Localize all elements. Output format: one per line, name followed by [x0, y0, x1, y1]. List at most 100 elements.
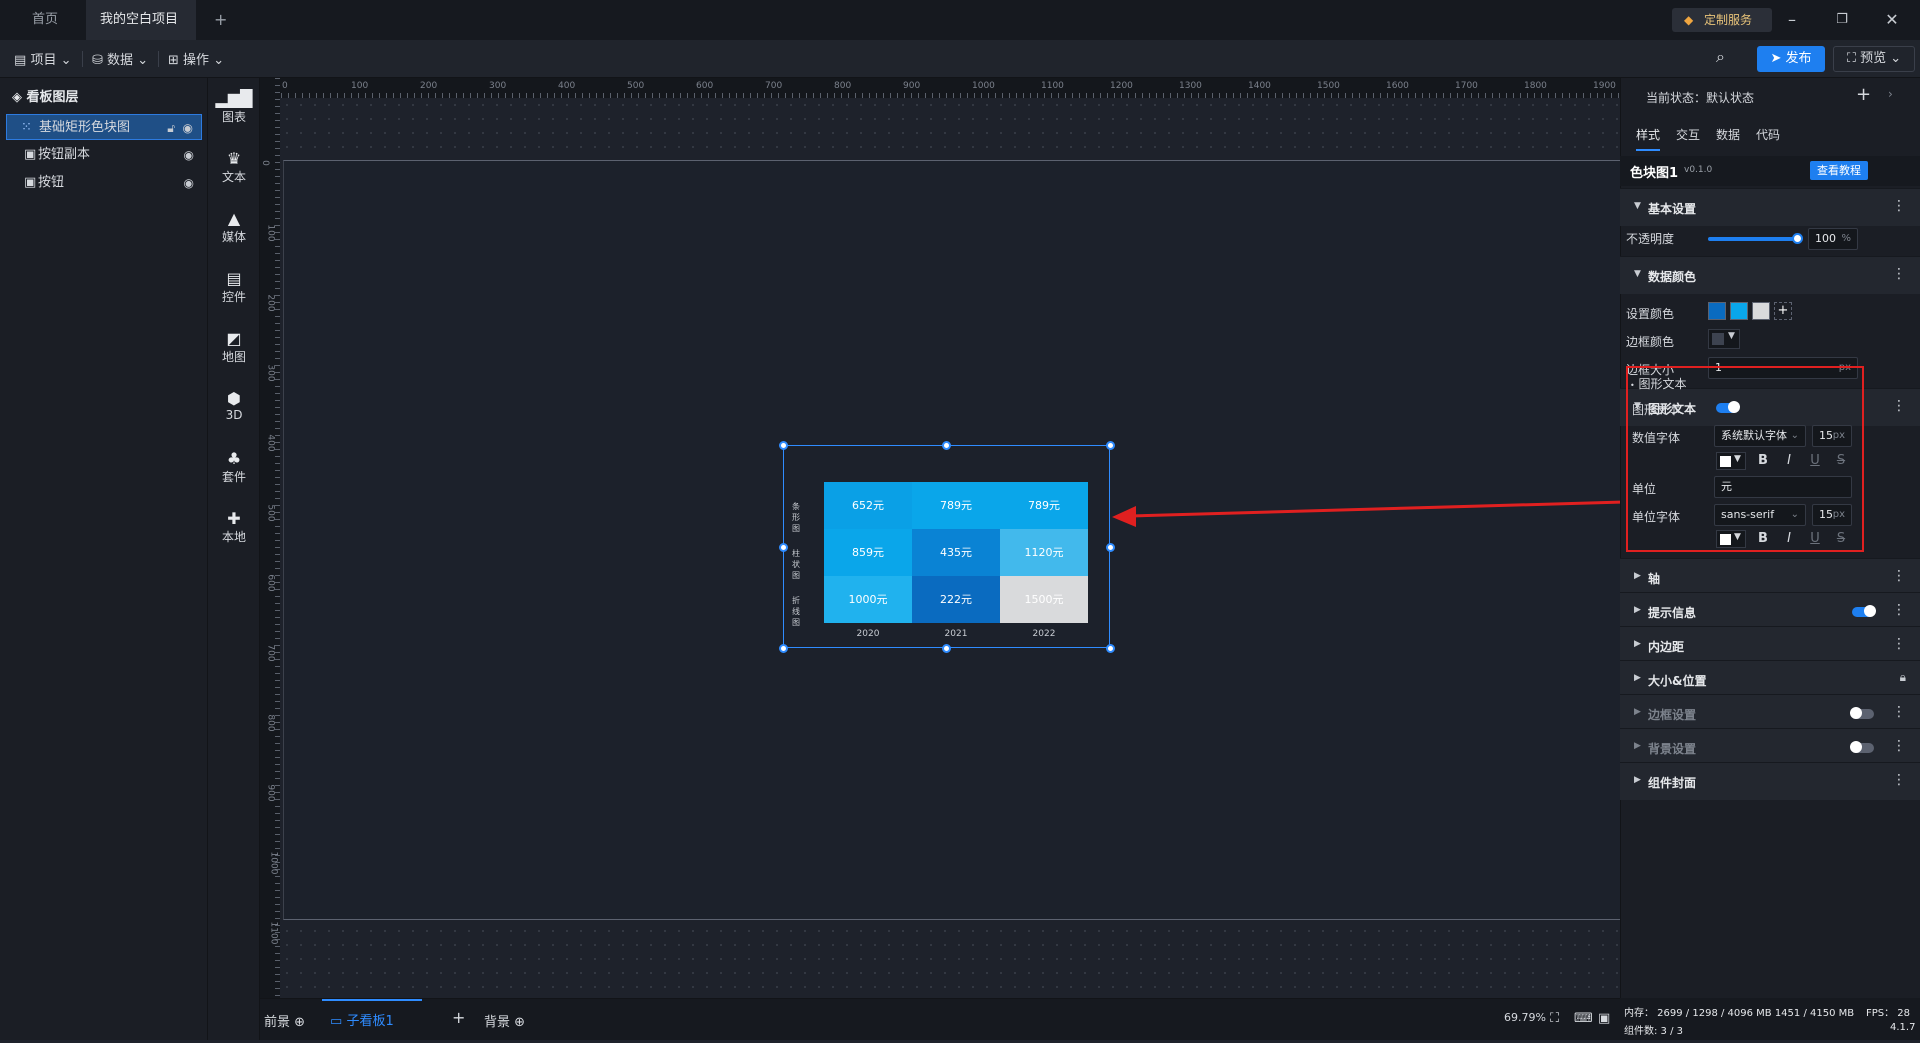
component-map[interactable]: ◩ 地图 [208, 330, 260, 365]
heatmap-cell[interactable]: 1120元 [1000, 529, 1088, 576]
opacity-input[interactable]: 100% [1808, 228, 1858, 250]
more-icon[interactable]: ⋮ [1892, 772, 1906, 788]
ruler-top[interactable] [260, 78, 1620, 98]
heatmap-cell[interactable]: 1500元 [1000, 576, 1088, 623]
component-chart[interactable]: ▂▆█ 图表 [208, 90, 260, 125]
resize-handle[interactable] [1106, 441, 1115, 450]
new-tab-button[interactable]: + [200, 0, 241, 40]
color-swatch[interactable] [1752, 302, 1770, 320]
heatmap-cell[interactable]: 1000元 [824, 576, 912, 623]
italic-icon[interactable]: I [1781, 453, 1797, 468]
more-icon[interactable]: ⋮ [1892, 636, 1906, 652]
section-cover[interactable]: ▶ 组件封面 ⋮ [1620, 762, 1920, 800]
heatmap-cell[interactable]: 789元 [912, 482, 1000, 529]
strikethrough-icon[interactable]: S [1833, 531, 1849, 546]
tab-style[interactable]: 样式 [1636, 126, 1661, 151]
keyboard-icon[interactable]: ⌨ [1574, 1011, 1593, 1026]
component-local[interactable]: ✚ 本地 [208, 510, 260, 545]
component-control[interactable]: ▤ 控件 [208, 270, 260, 305]
resize-handle[interactable] [1106, 543, 1115, 552]
custom-service-button[interactable]: ◆ 定制服务 [1672, 8, 1772, 32]
layer-item-button[interactable]: ▣ 按钮 ◉ [6, 170, 202, 196]
more-icon[interactable]: ⋮ [1892, 568, 1906, 584]
border-toggle[interactable] [1850, 707, 1874, 719]
strikethrough-icon[interactable]: S [1833, 453, 1849, 468]
unit-font-select[interactable]: sans-serif ⌄ [1714, 504, 1806, 526]
more-icon[interactable]: ⋮ [1892, 602, 1906, 618]
opacity-slider[interactable] [1708, 237, 1798, 241]
component-kit[interactable]: ♣ 套件 [208, 450, 260, 485]
component-text[interactable]: ♛ 文本 [208, 150, 260, 185]
minimize-icon[interactable]: – [1782, 10, 1802, 30]
heatmap-cell[interactable]: 435元 [912, 529, 1000, 576]
more-icon[interactable]: ⋮ [1892, 738, 1906, 754]
more-icon[interactable]: ⋮ [1892, 266, 1906, 282]
eye-icon[interactable]: ◉ [184, 170, 194, 196]
data-menu[interactable]: ⛁ 数据 ⌄ [92, 49, 148, 68]
fit-screen-icon[interactable]: ⛶ [1550, 1011, 1559, 1026]
unlock-icon[interactable]: 🔓︎ [167, 115, 175, 141]
tab-my-project[interactable]: 我的空白项目 [86, 0, 196, 63]
underline-icon[interactable]: U [1807, 453, 1823, 468]
component-3d[interactable]: ⬢ 3D [208, 390, 260, 423]
section-data-color[interactable]: ▼ 数据颜色 ⋮ [1620, 256, 1920, 294]
section-size-position[interactable]: ▶ 大小&位置 🔒︎ [1620, 660, 1920, 698]
border-color-picker[interactable]: ▼ [1708, 329, 1740, 349]
tab-front[interactable]: 前景 ⊕ [264, 1011, 305, 1030]
project-menu[interactable]: ▤ 项目 ⌄ [14, 49, 72, 68]
lock-icon[interactable]: 🔒︎ [1900, 670, 1906, 685]
unit-font-color[interactable]: ▼ [1716, 530, 1746, 548]
add-circle-icon[interactable]: ⊕ [294, 1015, 305, 1030]
layer-item-heatmap[interactable]: ⁙ 基础矩形色块图 🔓︎ ◉ [6, 114, 202, 140]
tab-subboard[interactable]: ▭ 子看板1 [322, 999, 422, 1041]
add-color-button[interactable]: + [1774, 302, 1792, 320]
add-state-button[interactable]: + [1856, 84, 1871, 105]
bold-icon[interactable]: B [1755, 531, 1771, 546]
heatmap-cell[interactable]: 789元 [1000, 482, 1088, 529]
heatmap-cell[interactable]: 652元 [824, 482, 912, 529]
resize-handle[interactable] [942, 441, 951, 450]
heatmap-cell[interactable]: 222元 [912, 576, 1000, 623]
tab-interaction[interactable]: 交互 [1676, 126, 1700, 143]
zoom-level[interactable]: 69.79% [1504, 1011, 1546, 1024]
unit-input[interactable]: 元 [1714, 476, 1852, 498]
background-toggle[interactable] [1850, 741, 1874, 753]
chevron-right-icon[interactable]: › [1888, 87, 1893, 101]
section-axis[interactable]: ▶ 轴 ⋮ [1620, 558, 1920, 596]
more-icon[interactable]: ⋮ [1892, 704, 1906, 720]
more-icon[interactable]: ⋮ [1892, 398, 1906, 414]
section-background[interactable]: ▶ 背景设置 ⋮ [1620, 728, 1920, 766]
tab-home[interactable]: 首页 [18, 0, 72, 40]
close-icon[interactable]: ✕ [1882, 10, 1902, 30]
bold-icon[interactable]: B [1755, 453, 1771, 468]
value-font-color[interactable]: ▼ [1716, 452, 1746, 470]
unit-font-size[interactable]: 15 px [1812, 504, 1852, 526]
shape-text-toggle[interactable] [1716, 401, 1740, 413]
resize-handle[interactable] [779, 441, 788, 450]
eye-icon[interactable]: ◉ [183, 115, 193, 141]
resize-handle[interactable] [1106, 644, 1115, 653]
tutorial-button[interactable]: 查看教程 [1810, 161, 1868, 180]
layer-item-button-copy[interactable]: ▣ 按钮副本 ◉ [6, 142, 202, 168]
section-padding[interactable]: ▶ 内边距 ⋮ [1620, 626, 1920, 664]
resize-handle[interactable] [779, 543, 788, 552]
tab-data[interactable]: 数据 [1716, 126, 1740, 143]
value-font-size[interactable]: 15 px [1812, 425, 1852, 447]
add-board-button[interactable]: + [452, 1008, 465, 1027]
italic-icon[interactable]: I [1781, 531, 1797, 546]
add-circle-icon[interactable]: ⊕ [514, 1015, 525, 1030]
publish-button[interactable]: ➤ 发布 [1757, 46, 1825, 72]
color-swatch[interactable] [1730, 302, 1748, 320]
section-tooltip[interactable]: ▶ 提示信息 ⋮ [1620, 592, 1920, 630]
resize-handle[interactable] [942, 644, 951, 653]
underline-icon[interactable]: U [1807, 531, 1823, 546]
preview-button[interactable]: ⛶ 预览 ⌄ [1833, 46, 1915, 72]
heatmap-cell[interactable]: 859元 [824, 529, 912, 576]
search-icon[interactable]: ⌕ [1716, 47, 1725, 67]
eye-icon[interactable]: ◉ [184, 142, 194, 168]
resize-handle[interactable] [779, 644, 788, 653]
section-border[interactable]: ▶ 边框设置 ⋮ [1620, 694, 1920, 732]
tab-code[interactable]: 代码 [1756, 126, 1780, 143]
tab-background[interactable]: 背景 ⊕ [484, 1011, 525, 1030]
tooltip-toggle[interactable] [1852, 605, 1876, 617]
